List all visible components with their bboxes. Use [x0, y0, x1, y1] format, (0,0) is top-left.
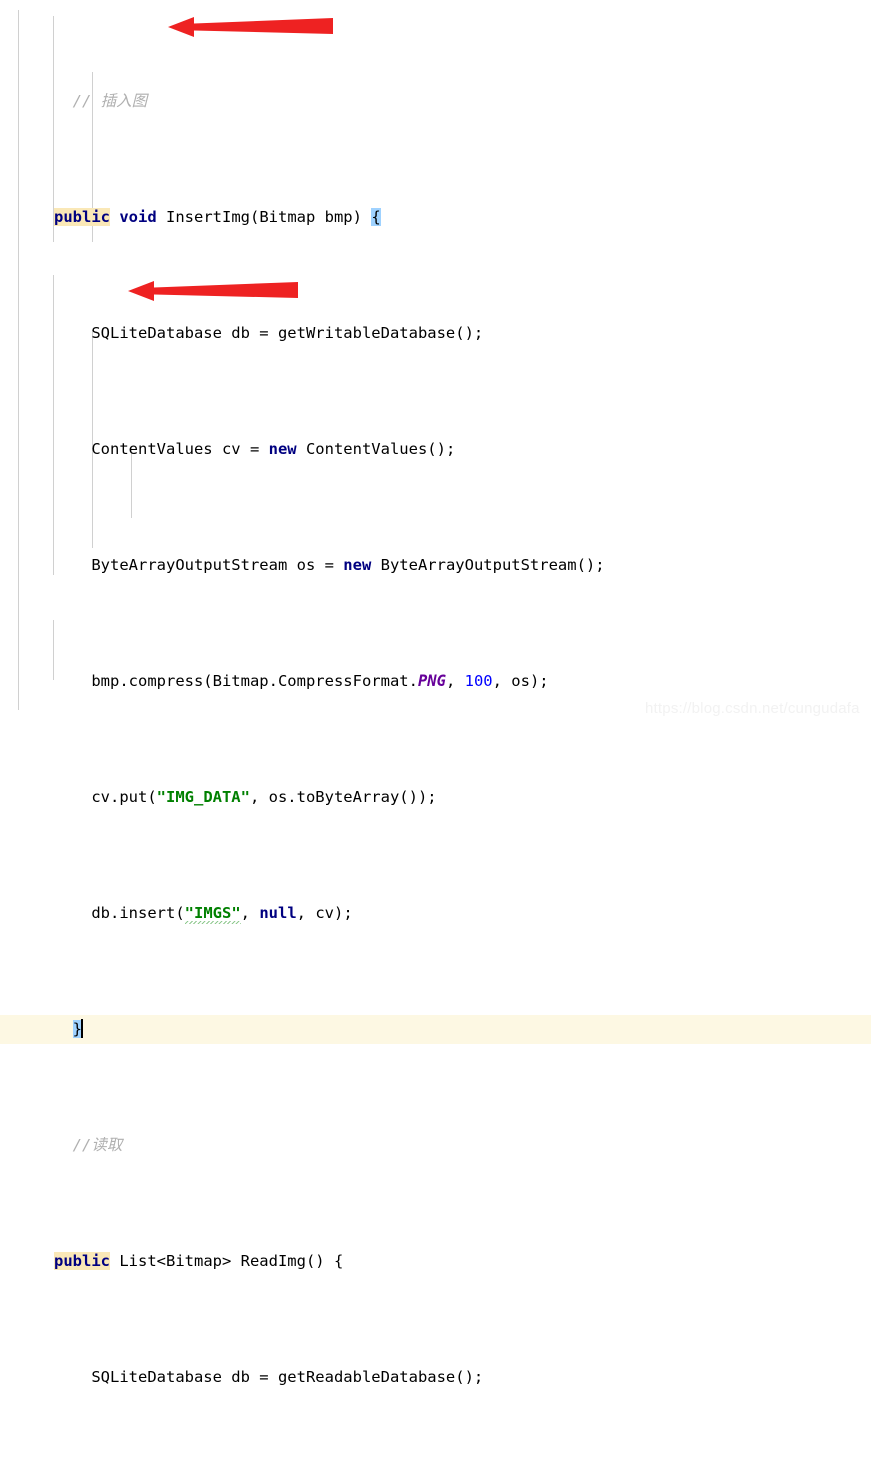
keyword-new: new — [343, 556, 372, 574]
code-line[interactable]: SQLiteDatabase db = getReadableDatabase(… — [0, 1363, 871, 1392]
code-line-current[interactable]: } — [0, 1015, 871, 1044]
comment-read: //读取 — [72, 1136, 123, 1154]
static-field-png: PNG — [417, 672, 446, 690]
arrow-pointing-to-read-comment — [128, 281, 298, 301]
number-100: 100 — [464, 672, 493, 690]
watermark-url: https://blog.csdn.net/cungudafa — [645, 700, 860, 717]
keyword-null: null — [259, 904, 297, 922]
keyword-public: public — [54, 208, 110, 226]
brace-open-highlighted: { — [371, 208, 381, 226]
statement-get-writable-db: SQLiteDatabase db = getWritableDatabase(… — [91, 324, 484, 342]
arrow-pointing-to-insert-comment — [168, 17, 333, 37]
code-line[interactable]: SQLiteDatabase db = getWritableDatabase(… — [0, 319, 871, 348]
code-line[interactable]: //读取 — [0, 1131, 871, 1160]
code-line[interactable]: cv.put("IMG_DATA", os.toByteArray()); — [0, 783, 871, 812]
code-line[interactable]: public void InsertImg(Bitmap bmp) { — [0, 203, 871, 232]
keyword-new: new — [268, 440, 297, 458]
text-caret — [81, 1019, 84, 1038]
code-content[interactable]: // 插入图 public void InsertImg(Bitmap bmp)… — [0, 0, 871, 1464]
comment-insert: // 插入图 — [72, 92, 148, 110]
code-line[interactable]: ByteArrayOutputStream os = new ByteArray… — [0, 551, 871, 580]
code-editor-canvas[interactable]: // 插入图 public void InsertImg(Bitmap bmp)… — [0, 0, 871, 1386]
code-line[interactable]: public List<Bitmap> ReadImg() { — [0, 1247, 871, 1276]
statement-get-readable-db: SQLiteDatabase db = getReadableDatabase(… — [91, 1368, 484, 1386]
string-imgs: "IMGS" — [184, 904, 241, 922]
code-line[interactable]: ContentValues cv = new ContentValues(); — [0, 435, 871, 464]
code-line[interactable]: // 插入图 — [0, 87, 871, 116]
keyword-void: void — [119, 208, 157, 226]
keyword-public: public — [54, 1252, 110, 1270]
string-img-data: "IMG_DATA" — [156, 788, 250, 806]
code-line[interactable]: bmp.compress(Bitmap.CompressFormat.PNG, … — [0, 667, 871, 696]
code-line[interactable]: db.insert("IMGS", null, cv); — [0, 899, 871, 928]
